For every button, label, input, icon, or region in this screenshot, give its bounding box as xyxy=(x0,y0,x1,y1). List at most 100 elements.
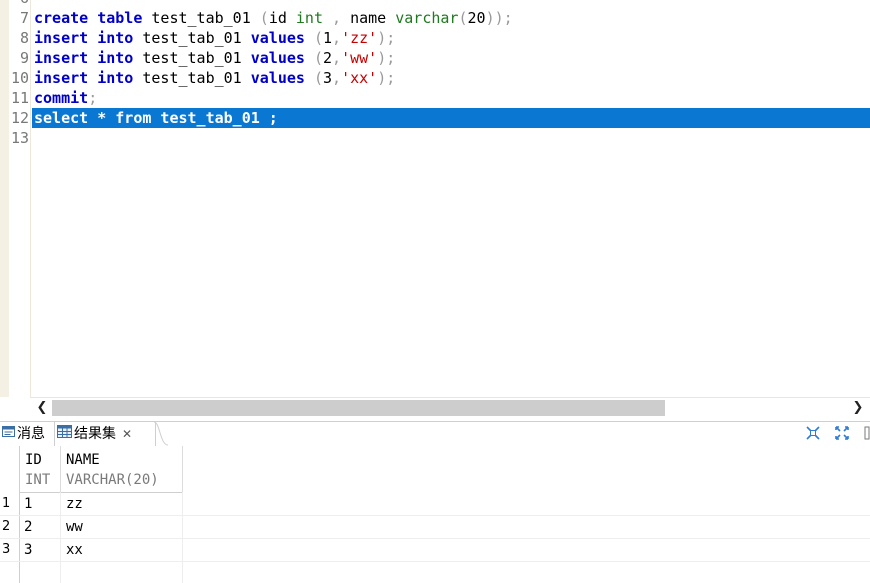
tab-results-label: 结果集 xyxy=(74,426,116,442)
cell-name[interactable]: ww xyxy=(66,516,83,538)
code-token: into xyxy=(97,69,134,87)
column-header-id[interactable]: ID INT xyxy=(20,446,61,493)
cell-id[interactable]: 3 xyxy=(24,539,32,561)
code-token: table xyxy=(97,9,143,27)
code-token: test_tab_01 xyxy=(133,69,251,87)
code-token: ); xyxy=(377,49,396,67)
code-token: ( xyxy=(458,9,468,27)
code-token: select * from test_tab_01 ; xyxy=(34,109,278,127)
row-number: 1 xyxy=(2,496,11,511)
close-icon[interactable]: ✕ xyxy=(122,422,132,446)
code-line[interactable]: 7 create table test_tab_01 (id int , name… xyxy=(0,8,870,28)
code-token: )); xyxy=(485,9,513,27)
code-token: , xyxy=(332,49,342,67)
sql-editor[interactable]: 67 create table test_tab_01 (id int , nam… xyxy=(0,0,870,397)
code-token: values xyxy=(250,49,305,67)
table-row[interactable]: 3 3 xx xyxy=(0,539,870,562)
line-number: 13 xyxy=(10,129,29,147)
row-number: 2 xyxy=(2,519,11,534)
tab-messages-label: 消息 xyxy=(17,426,45,442)
code-token: ( xyxy=(304,49,323,67)
column-name: NAME xyxy=(66,452,100,468)
code-token: into xyxy=(97,29,134,47)
code-text[interactable]: insert into test_tab_01 values (3,'xx'); xyxy=(34,68,395,88)
table-row[interactable]: 1 1 zz xyxy=(0,493,870,516)
code-token: ); xyxy=(377,69,396,87)
code-line[interactable]: 8 insert into test_tab_01 values (1,'zz')… xyxy=(0,28,870,48)
code-token: 'ww' xyxy=(341,49,378,67)
code-token: values xyxy=(250,29,305,47)
code-text[interactable]: create table test_tab_01 (id int , name … xyxy=(34,8,513,28)
gutter-footer xyxy=(0,397,30,418)
column-type: INT xyxy=(25,472,51,488)
code-line[interactable]: 9 insert into test_tab_01 values (2,'ww')… xyxy=(0,48,870,68)
result-toolbar xyxy=(801,424,870,444)
line-number: 12 xyxy=(10,109,29,127)
cell-name[interactable]: xx xyxy=(66,539,83,561)
panel-menu-icon[interactable] xyxy=(864,425,870,445)
code-token: values xyxy=(250,69,305,87)
tab-messages[interactable]: 消息 xyxy=(0,422,52,446)
horizontal-scrollbar[interactable]: ❮ ❯ xyxy=(30,397,870,419)
collapse-icon[interactable] xyxy=(805,425,821,445)
expand-icon[interactable] xyxy=(834,425,850,445)
code-token: insert xyxy=(34,69,89,87)
code-token: int xyxy=(295,9,323,27)
code-line[interactable]: 11 commit; xyxy=(0,88,870,108)
code-line-selected[interactable]: 12 select * from test_tab_01 ; xyxy=(0,108,870,128)
tab-divider xyxy=(153,421,169,446)
message-icon xyxy=(2,422,15,446)
code-token: test_tab_01 xyxy=(133,29,251,47)
code-text[interactable]: commit; xyxy=(34,88,97,108)
table-row[interactable]: 2 2 ww xyxy=(0,516,870,539)
line-number: 8 xyxy=(19,29,29,47)
code-token: 2 xyxy=(323,49,333,67)
line-number: 9 xyxy=(19,49,29,67)
code-token: test_tab_01 xyxy=(142,9,260,27)
cell-name[interactable]: zz xyxy=(66,493,83,515)
code-text[interactable]: insert into test_tab_01 values (2,'ww'); xyxy=(34,48,395,68)
code-text[interactable]: insert into test_tab_01 values (1,'zz'); xyxy=(34,28,395,48)
scrollbar-thumb[interactable] xyxy=(52,400,665,416)
column-header-name[interactable]: NAME VARCHAR(20) xyxy=(61,446,183,493)
code-token: ( xyxy=(304,29,323,47)
code-token: 1 xyxy=(323,29,333,47)
code-token: insert xyxy=(34,29,89,47)
column-name: ID xyxy=(25,452,42,468)
code-token: create xyxy=(34,9,89,27)
table-grid-icon xyxy=(57,422,72,446)
code-token: id xyxy=(268,9,296,27)
line-number: 6 xyxy=(9,0,29,8)
code-token: into xyxy=(97,49,134,67)
code-token: 'zz' xyxy=(341,29,378,47)
row-number: 3 xyxy=(2,542,11,557)
code-text[interactable]: select * from test_tab_01 ; xyxy=(34,108,278,128)
code-line[interactable]: 13 xyxy=(0,128,870,148)
code-token: , xyxy=(323,9,351,27)
cell-id[interactable]: 1 xyxy=(24,493,32,515)
line-number: 7 xyxy=(19,9,29,27)
cell-id[interactable]: 2 xyxy=(24,516,32,538)
code-token: 'xx' xyxy=(341,69,378,87)
result-tab-bar: 消息 结果集 ✕ xyxy=(0,421,870,447)
line-number: 11 xyxy=(10,89,29,107)
line-number: 10 xyxy=(10,69,29,87)
code-token: ; xyxy=(88,89,98,107)
code-token: varchar xyxy=(395,9,459,27)
code-token: , xyxy=(332,29,342,47)
scroll-left-icon[interactable]: ❮ xyxy=(32,398,52,418)
code-line[interactable]: 10 insert into test_tab_01 values (3,'xx'… xyxy=(0,68,870,88)
code-token: 20 xyxy=(467,9,486,27)
code-token: ); xyxy=(377,29,396,47)
code-token: ( xyxy=(259,9,269,27)
code-token: commit xyxy=(34,89,89,107)
scroll-right-icon[interactable]: ❯ xyxy=(848,398,868,418)
code-line[interactable]: 6 xyxy=(0,0,870,8)
code-token: ( xyxy=(304,69,323,87)
result-grid[interactable]: ID INT NAME VARCHAR(20) 1 1 zz 2 2 ww 3 … xyxy=(0,446,870,583)
tab-results[interactable]: 结果集 ✕ xyxy=(54,422,156,446)
